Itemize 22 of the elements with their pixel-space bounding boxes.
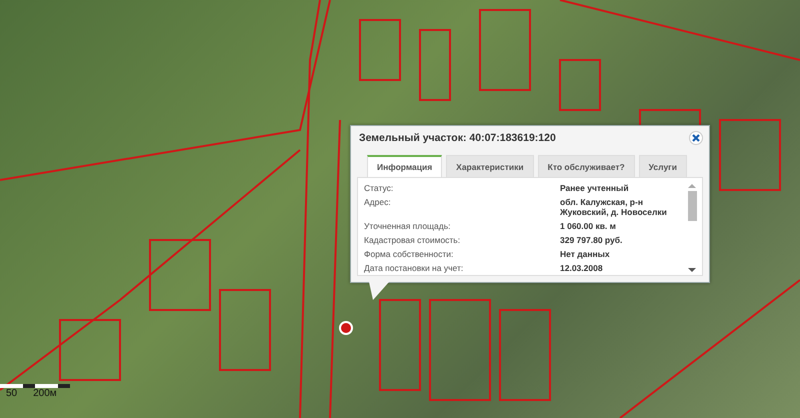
tab[interactable]: Кто обслуживает? bbox=[538, 155, 635, 177]
field-value: обл. Калужская, р-н Жуковский, д. Новоселки bbox=[560, 197, 668, 217]
field-label: Форма собственности: bbox=[364, 249, 454, 259]
field-label: Статус: bbox=[364, 183, 394, 193]
close-button[interactable] bbox=[689, 131, 703, 145]
tab[interactable]: Информация bbox=[367, 155, 442, 177]
scale-label: 200м bbox=[33, 388, 57, 399]
field-value: Нет данных bbox=[560, 249, 611, 259]
location-marker-icon[interactable] bbox=[339, 321, 353, 335]
popup-title: Земельный участок: 40:07:183619:120 bbox=[359, 132, 556, 144]
field-value: 12.03.2008 bbox=[560, 263, 604, 273]
field-value: 329 797.80 руб. bbox=[560, 235, 624, 245]
field-label: Уточненная площадь: bbox=[364, 221, 452, 231]
scale-label: 50 bbox=[6, 388, 18, 399]
field-label: Дата постановки на учет: bbox=[364, 263, 464, 273]
tab[interactable]: Характеристики bbox=[446, 155, 534, 177]
field-label: Кадастровая стоимость: bbox=[364, 235, 462, 245]
close-icon bbox=[691, 133, 701, 143]
tab[interactable]: Услуги bbox=[638, 155, 687, 177]
field-value: Ранее учтенный bbox=[560, 183, 630, 193]
field-label: Адрес: bbox=[364, 197, 392, 209]
field-value: 1 060.00 кв. м bbox=[560, 221, 617, 231]
